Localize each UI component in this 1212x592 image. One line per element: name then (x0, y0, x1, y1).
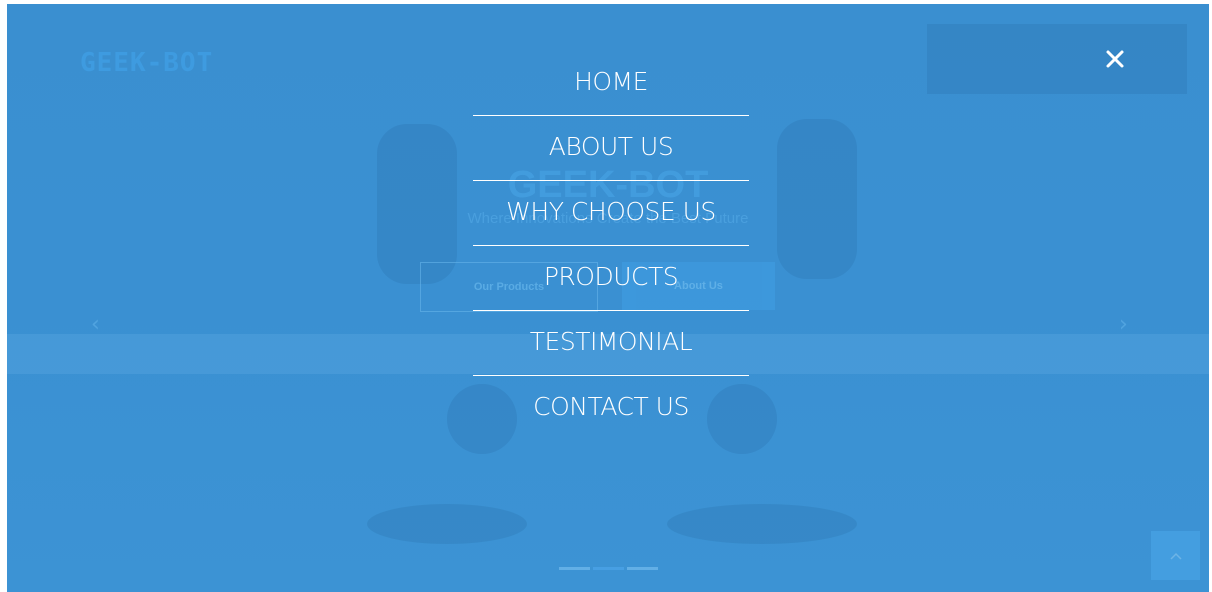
menu-link-about-us[interactable]: ABOUT US (473, 117, 749, 181)
carousel-indicator-active[interactable] (592, 567, 624, 570)
background-robot-foot-left (367, 504, 527, 544)
menu-overlay: GEEK-BOT GEEK-BOT Where Innovations Crea… (7, 4, 1209, 592)
overlay-nav-menu: HOME ABOUT US WHY CHOOSE US PRODUCTS TES… (473, 52, 749, 441)
close-icon (1106, 50, 1124, 68)
background-shelf (927, 24, 1187, 94)
carousel-prev-icon[interactable]: ‹ (91, 312, 100, 337)
carousel-indicators (7, 567, 1209, 570)
background-robot-foot-right (667, 504, 857, 544)
menu-link-contact-us[interactable]: CONTACT US (473, 377, 749, 440)
menu-item: PRODUCTS (473, 247, 749, 311)
menu-item: ABOUT US (473, 117, 749, 181)
site-logo[interactable]: GEEK-BOT (80, 48, 213, 78)
back-to-top-button[interactable] (1151, 531, 1200, 580)
chevron-up-icon (1169, 552, 1182, 560)
menu-item: CONTACT US (473, 377, 749, 440)
menu-link-products[interactable]: PRODUCTS (473, 247, 749, 311)
close-menu-button[interactable] (1102, 46, 1128, 72)
menu-link-home[interactable]: HOME (473, 52, 749, 116)
menu-link-why-choose-us[interactable]: WHY CHOOSE US (473, 182, 749, 246)
menu-item: WHY CHOOSE US (473, 182, 749, 246)
menu-link-testimonial[interactable]: TESTIMONIAL (473, 312, 749, 376)
carousel-indicator[interactable] (558, 567, 590, 570)
menu-item: TESTIMONIAL (473, 312, 749, 376)
carousel-indicator[interactable] (626, 567, 658, 570)
menu-item: HOME (473, 52, 749, 116)
carousel-next-icon[interactable]: › (1119, 312, 1128, 337)
